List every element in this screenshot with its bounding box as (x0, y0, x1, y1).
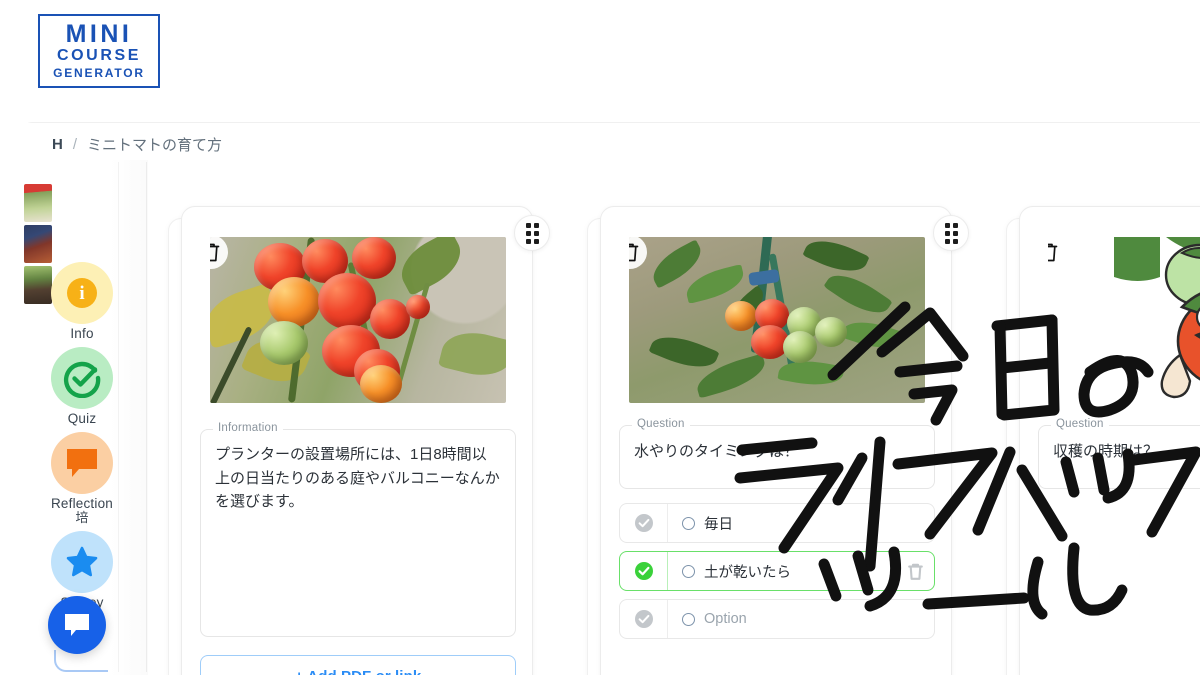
drag-dots-icon[interactable] (514, 215, 550, 251)
tomato-mascot-illustration (1048, 237, 1200, 403)
field-legend: Information (213, 422, 283, 434)
slide-rail-divider (118, 162, 119, 672)
ripe-cherry-tomatoes-photo (210, 237, 506, 403)
card-image[interactable] (1048, 237, 1200, 403)
chat-bubble-icon (65, 614, 89, 636)
course-canvas: Information プランターの設置場所には、1日8時間以上の日当たりのある… (148, 160, 1200, 675)
add-block-nav: i Info Quiz Reflection 培 (46, 262, 118, 616)
check-circle-icon (634, 514, 653, 532)
card-image[interactable] (210, 237, 506, 403)
tomato-plant-field-photo (629, 237, 925, 403)
trash-icon (210, 243, 219, 261)
sidebar-item-quiz[interactable]: Quiz (51, 347, 113, 426)
sidebar-item-sublabel: 培 (75, 510, 89, 525)
delete-option-button[interactable] (896, 563, 934, 580)
trash-icon (1048, 243, 1057, 261)
question-text[interactable]: 収穫の時期は？ (1039, 426, 1200, 474)
check-circle-glyph (63, 361, 101, 398)
trash-icon (629, 243, 638, 261)
question-text[interactable]: 水やりのタイミングは？ (620, 426, 934, 474)
quiz-card[interactable]: Question 水やりのタイミングは？ 毎日 土が乾いたら Option (600, 206, 969, 675)
card-image[interactable] (629, 237, 925, 403)
sidebar-item-reflection[interactable]: Reflection 培 (51, 432, 113, 525)
radio-icon (682, 516, 695, 530)
information-card[interactable]: Information プランターの設置場所には、1日8時間以上の日当たりのある… (181, 206, 550, 675)
quiz-card-partial[interactable]: Question 収穫の時期は？ (1019, 206, 1200, 675)
option-text[interactable]: 土が乾いたら (704, 561, 791, 582)
logo-line-2: COURSE (56, 47, 142, 65)
question-field[interactable]: Question 水やりのタイミングは？ (619, 418, 935, 489)
app-window: H / ミニトマトの育て方 i Info Quiz Reflection 培 I… (22, 122, 1200, 675)
mascot-svg (1114, 237, 1200, 399)
breadcrumb-home[interactable]: H (52, 136, 63, 153)
star-icon (51, 530, 113, 593)
add-pdf-or-link-button[interactable]: + Add PDF or link (200, 655, 516, 675)
breadcrumb: H / ミニトマトの育て方 (52, 134, 222, 155)
information-text[interactable]: プランターの設置場所には、1日8時間以上の日当たりのある庭やバルコニーなんかを選… (201, 430, 515, 524)
check-circle-icon (51, 347, 113, 409)
add-pdf-or-link-label: + Add PDF or link (295, 668, 422, 675)
logo-line-1: MINI (65, 19, 133, 48)
check-circle-icon (634, 562, 653, 580)
drag-dots-icon[interactable] (933, 215, 969, 251)
sidebar-item-label: Info (70, 326, 94, 341)
quiz-option-row-selected[interactable]: 土が乾いたら (619, 551, 935, 591)
chat-launcher-button[interactable] (48, 596, 106, 654)
brand-logo: MINI COURSE GENERATOR (38, 14, 160, 88)
app-root: MINI COURSE GENERATOR H / ミニトマトの育て方 i In… (0, 0, 1200, 675)
field-legend: Question (632, 418, 690, 430)
trash-icon (907, 563, 923, 580)
option-correct-toggle[interactable] (620, 600, 668, 638)
check-circle-icon (634, 610, 653, 628)
radio-icon (682, 612, 695, 626)
option-text[interactable]: 毎日 (704, 513, 733, 534)
sidebar-divider (146, 162, 147, 672)
sidebar-item-label: Quiz (67, 411, 97, 426)
speech-bubble-icon (50, 432, 113, 494)
option-correct-toggle[interactable] (620, 552, 668, 590)
breadcrumb-current-course[interactable]: ミニトマトの育て方 (87, 134, 222, 155)
info-glyph: i (67, 278, 97, 308)
information-field[interactable]: Information プランターの設置場所には、1日8時間以上の日当たりのある… (200, 422, 516, 637)
speech-bubble-glyph (66, 449, 97, 477)
logo-line-3: GENERATOR (53, 65, 145, 80)
slide-thumbnail[interactable] (24, 184, 52, 222)
quiz-option-row[interactable]: Option (619, 599, 935, 639)
info-icon: i (51, 262, 113, 324)
breadcrumb-separator: / (72, 136, 78, 153)
quiz-option-row[interactable]: 毎日 (619, 503, 935, 543)
question-field[interactable]: Question 収穫の時期は？ (1038, 418, 1200, 489)
field-legend: Question (1051, 418, 1109, 430)
option-text-placeholder[interactable]: Option (704, 611, 747, 627)
sidebar-item-label: Reflection (50, 496, 114, 511)
option-correct-toggle[interactable] (620, 504, 668, 542)
slide-thumbnail[interactable] (24, 225, 52, 263)
radio-icon (682, 564, 695, 578)
sidebar-item-info[interactable]: i Info (51, 262, 113, 341)
star-glyph (66, 546, 98, 576)
